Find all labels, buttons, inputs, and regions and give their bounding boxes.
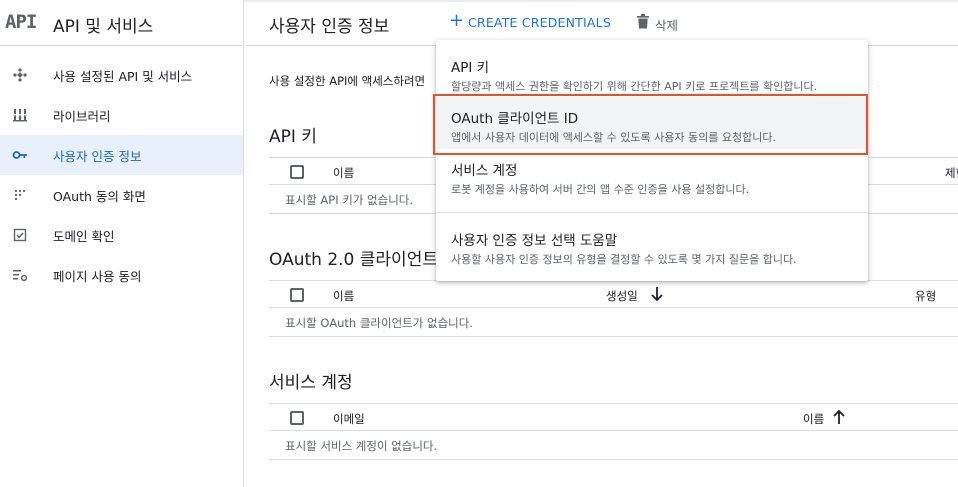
menu-item-title: 사용자 인증 정보 선택 도움말 bbox=[451, 233, 618, 249]
oauth-clients-title: OAuth 2.0 클라이언트 bbox=[269, 250, 438, 270]
arrow-down-icon[interactable] bbox=[650, 285, 664, 303]
api-diamond-icon bbox=[13, 68, 27, 82]
plus-icon: + bbox=[449, 10, 465, 31]
menu-item-description: 할당량과 액세스 권한을 확인하기 위해 간단한 API 키로 프로젝트를 확인… bbox=[451, 80, 818, 93]
service-accounts-title: 서비스 계정 bbox=[269, 373, 353, 393]
divider bbox=[269, 459, 958, 460]
consent-dots-icon bbox=[14, 189, 26, 201]
sidebar-item-credentials[interactable]: 사용자 인증 정보 bbox=[0, 135, 243, 175]
sidebar-item-label: 도메인 확인 bbox=[53, 229, 115, 244]
sidebar-item-library[interactable]: 라이브러리 bbox=[0, 95, 243, 135]
sidebar-item-label: 사용자 인증 정보 bbox=[53, 149, 142, 164]
page-title: 사용자 인증 정보 bbox=[269, 17, 390, 37]
select-all-checkbox[interactable] bbox=[290, 288, 304, 302]
sidebar-item-label: 라이브러리 bbox=[53, 109, 111, 124]
divider bbox=[269, 336, 958, 337]
highlight-box bbox=[433, 94, 868, 155]
service-accounts-empty-message: 표시할 서비스 계정이 없습니다. bbox=[285, 439, 438, 453]
create-credentials-menu: API 키 할당량과 액세스 권한을 확인하기 위해 간단한 API 키로 프로… bbox=[436, 40, 868, 281]
menu-item-title: API 키 bbox=[451, 60, 490, 76]
menu-item-title: 서비스 계정 bbox=[451, 163, 518, 179]
delete-label: 삭제 bbox=[655, 18, 679, 33]
oauth-table-header: 이름 생성일 유형 bbox=[269, 280, 958, 308]
sidebar-item-label: 사용 설정된 API 및 서비스 bbox=[53, 69, 193, 84]
menu-item-credentials-help[interactable]: 사용자 인증 정보 선택 도움말 사용할 사용자 인증 정보의 유형을 결정할 … bbox=[436, 214, 868, 274]
sidebar-item-page-usage-agreement[interactable]: 페이지 사용 동의 bbox=[0, 255, 243, 295]
sidebar: API API 및 서비스 사용 설정된 API 및 서비스 라이브러리 사용자… bbox=[0, 0, 244, 487]
column-email[interactable]: 이메일 bbox=[333, 411, 365, 427]
service-accounts-table-header: 이메일 이름 bbox=[269, 403, 958, 431]
api-logo: API bbox=[5, 11, 37, 33]
sidebar-item-domain-verification[interactable]: 도메인 확인 bbox=[0, 215, 243, 255]
oauth-empty-message: 표시할 OAuth 클라이언트가 없습니다. bbox=[285, 316, 473, 330]
menu-item-api-key[interactable]: API 키 할당량과 액세스 권한을 확인하기 위해 간단한 API 키로 프로… bbox=[436, 44, 868, 96]
menu-item-description: 사용할 사용자 인증 정보의 유형을 결정할 수 있도록 몇 가지 질문을 합니… bbox=[451, 253, 797, 266]
key-icon bbox=[12, 151, 27, 159]
trash-icon bbox=[637, 14, 649, 29]
menu-item-description: 로봇 계정을 사용하여 서버 간의 앱 수준 인증을 사용 설정합니다. bbox=[451, 183, 750, 196]
intro-text: 사용 설정한 API에 액세스하려면 bbox=[269, 74, 426, 88]
create-credentials-label: CREATE CREDENTIALS bbox=[468, 15, 611, 30]
arrow-up-icon[interactable] bbox=[832, 408, 846, 426]
api-keys-title: API 키 bbox=[269, 127, 317, 147]
column-name[interactable]: 이름 bbox=[803, 411, 824, 427]
column-restriction[interactable]: 제한 bbox=[945, 165, 958, 181]
column-type[interactable]: 유형 bbox=[915, 288, 936, 304]
column-name[interactable]: 이름 bbox=[333, 288, 354, 304]
select-all-checkbox[interactable] bbox=[290, 411, 304, 425]
menu-item-service-account[interactable]: 서비스 계정 로봇 계정을 사용하여 서버 간의 앱 수준 인증을 사용 설정합… bbox=[436, 150, 868, 208]
api-keys-empty-message: 표시할 API 키가 없습니다. bbox=[285, 193, 414, 207]
domain-check-icon bbox=[13, 228, 27, 242]
sidebar-item-label: 페이지 사용 동의 bbox=[53, 269, 142, 284]
sidebar-item-label: OAuth 동의 화면 bbox=[53, 189, 146, 204]
app-title: API 및 서비스 bbox=[53, 17, 154, 37]
column-created[interactable]: 생성일 bbox=[606, 288, 638, 304]
column-name[interactable]: 이름 bbox=[333, 165, 354, 181]
settings-list-icon bbox=[13, 270, 28, 282]
sidebar-item-oauth-consent[interactable]: OAuth 동의 화면 bbox=[0, 175, 243, 215]
sidebar-item-enabled-apis[interactable]: 사용 설정된 API 및 서비스 bbox=[0, 55, 243, 95]
menu-divider bbox=[436, 212, 868, 213]
brand-header: API API 및 서비스 bbox=[0, 0, 244, 46]
library-icon bbox=[13, 109, 27, 122]
select-all-checkbox[interactable] bbox=[290, 165, 304, 179]
